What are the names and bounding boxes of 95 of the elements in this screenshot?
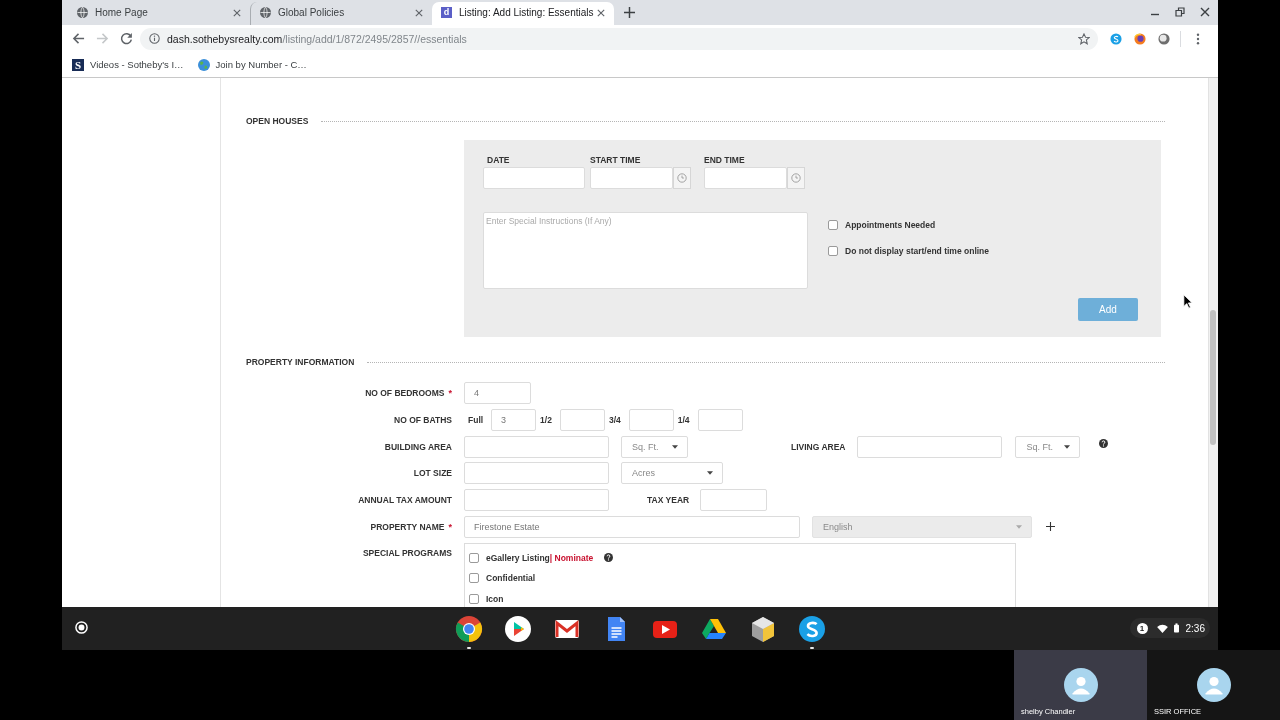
required-mark: * (448, 388, 452, 398)
extension-icon[interactable] (1158, 32, 1170, 45)
clock-icon (677, 173, 687, 183)
checkbox[interactable] (828, 246, 838, 256)
field-label: PROPERTY NAME (370, 522, 445, 532)
plus-icon[interactable] (1046, 522, 1055, 532)
checkbox[interactable] (828, 220, 838, 230)
field-label: BUILDING AREA (384, 441, 452, 452)
extension-icon[interactable] (1134, 32, 1146, 45)
field-label: START TIME (590, 155, 642, 166)
number-input[interactable] (559, 408, 605, 431)
checkbox-label: Appointments Needed (845, 219, 936, 231)
avatar-icon (1063, 668, 1098, 702)
area-input[interactable] (857, 435, 1003, 458)
caret-icon (672, 444, 678, 449)
status-area[interactable]: 1 2:36 (1129, 618, 1210, 638)
checkbox[interactable] (469, 573, 479, 584)
bookmark-link[interactable]: Join by Number - C… (197, 58, 307, 71)
notification-badge: 1 (1136, 622, 1148, 634)
restore-icon[interactable] (1175, 7, 1185, 17)
unit-select[interactable]: Acres (621, 462, 723, 485)
globe-icon (197, 58, 210, 71)
clock-time: 2:36 (1185, 622, 1205, 634)
close-icon[interactable] (415, 8, 423, 17)
required-mark: * (448, 522, 452, 532)
section-heading: OPEN HOUSES (246, 116, 309, 126)
field-label: NO OF BEDROOMS (365, 388, 445, 398)
scrollbar-thumb[interactable] (1210, 310, 1216, 445)
date-input[interactable] (483, 167, 585, 189)
nominate-link[interactable]: | Nominate (549, 552, 594, 563)
browser-tab[interactable]: Home Page (68, 2, 250, 25)
s-logo-icon[interactable] (797, 615, 826, 643)
checkbox[interactable] (469, 593, 479, 604)
field-label: ANNUAL TAX AMOUNT (358, 495, 452, 506)
section-heading: PROPERTY INFORMATION (246, 357, 355, 367)
back-arrow-icon[interactable] (72, 32, 85, 45)
field-label: LIVING AREA (791, 441, 846, 452)
number-input[interactable] (628, 408, 674, 431)
site-favicon: d (441, 7, 452, 18)
avatar-icon (1196, 668, 1231, 702)
reload-icon[interactable] (120, 32, 133, 45)
caret-icon (1016, 525, 1022, 529)
help-icon[interactable] (1099, 439, 1109, 449)
field-label: DATE (487, 155, 511, 166)
field-label: 1/4 (677, 414, 690, 425)
caret-icon (707, 471, 713, 476)
close-icon[interactable] (1200, 7, 1210, 17)
checkbox-label: Confidential (486, 572, 536, 585)
number-input[interactable]: 3 (491, 408, 537, 431)
browser-icon[interactable] (454, 615, 483, 643)
unit-select[interactable]: Sq. Ft. (621, 435, 688, 458)
area-input[interactable] (464, 435, 609, 458)
number-input[interactable]: 4 (464, 382, 531, 404)
field-label: NO OF BATHS (394, 414, 452, 425)
address-bar[interactable]: dash.sothebysrealty.com/listing/add/1/872/2495/2857//essentials (140, 27, 1098, 50)
info-icon[interactable] (149, 33, 160, 44)
checkbox-label: Icon (486, 592, 504, 605)
globe-icon (77, 7, 88, 18)
checkbox[interactable] (469, 552, 479, 563)
launcher-icon[interactable] (75, 621, 88, 634)
close-icon[interactable] (597, 8, 605, 17)
field-label: Full (468, 414, 484, 425)
wifi-icon (1156, 623, 1168, 633)
unit-select[interactable]: Sq. Ft. (1015, 435, 1081, 458)
extension-icon[interactable] (1110, 32, 1122, 45)
play-store-icon[interactable] (503, 615, 532, 643)
property-name-input[interactable]: Firestone Estate (464, 516, 800, 538)
field-label: SPECIAL PROGRAMS (362, 547, 452, 558)
help-icon[interactable] (604, 553, 614, 563)
menu-icon[interactable] (1196, 32, 1200, 45)
time-input[interactable] (590, 167, 673, 189)
time-input[interactable] (704, 167, 787, 189)
close-icon[interactable] (233, 8, 241, 17)
caret-icon (1064, 444, 1071, 449)
battery-icon (1173, 623, 1179, 633)
site-favicon: S (72, 58, 84, 71)
year-input[interactable] (700, 489, 768, 512)
checkbox-label: eGallery Listing (486, 551, 550, 564)
new-tab-icon[interactable] (624, 7, 635, 18)
globe-icon (260, 7, 271, 18)
number-input[interactable] (697, 408, 743, 431)
field-label: 3/4 (608, 414, 621, 425)
amount-input[interactable] (464, 489, 609, 512)
field-label: TAX YEAR (647, 495, 690, 506)
url-text: dash.sothebysrealty.com/listing/add/1/872/2495/2857//essentials (167, 32, 467, 45)
browser-tab[interactable]: d Listing: Add Listing: Essentials (432, 2, 614, 25)
field-label: LOT SIZE (413, 468, 452, 479)
lot-size-input[interactable] (464, 462, 609, 485)
star-icon[interactable] (1078, 32, 1090, 45)
clock-icon (791, 173, 801, 183)
checkbox-label: Do not display start/end time online (845, 245, 990, 257)
field-label: END TIME (704, 155, 746, 166)
mouse-pointer-icon (1183, 294, 1193, 309)
field-label: 1/2 (540, 414, 552, 425)
bookmark-link[interactable]: S Videos - Sotheby's I… (72, 58, 184, 71)
